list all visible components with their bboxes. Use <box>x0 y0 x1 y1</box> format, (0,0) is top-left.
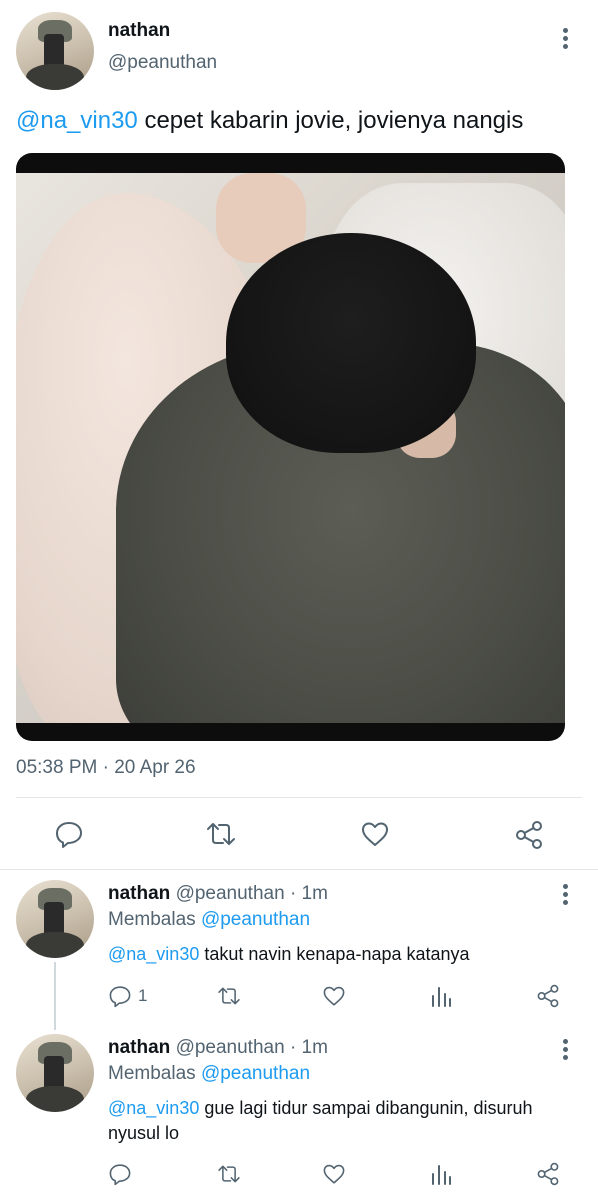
like-icon[interactable] <box>322 1162 346 1186</box>
author-name[interactable]: nathan <box>108 20 170 42</box>
divider <box>0 869 598 870</box>
author-handle[interactable]: @peanuthan <box>176 883 285 904</box>
mention-link[interactable]: @na_vin30 <box>108 944 199 964</box>
retweet-icon[interactable] <box>204 820 238 848</box>
mention-link[interactable]: @na_vin30 <box>16 107 138 134</box>
replying-to-handle[interactable]: @peanuthan <box>201 1063 310 1084</box>
share-icon[interactable] <box>536 984 560 1008</box>
tweet-photo[interactable] <box>16 153 565 741</box>
divider <box>16 797 582 798</box>
reply-time: · 1m <box>289 883 328 904</box>
more-options-icon[interactable] <box>562 28 568 49</box>
avatar[interactable] <box>16 12 94 90</box>
author-name[interactable]: nathan <box>108 1037 170 1058</box>
reply-count: 1 <box>138 986 148 1005</box>
analytics-icon[interactable] <box>430 1162 452 1186</box>
share-icon[interactable] <box>536 1162 560 1186</box>
retweet-icon[interactable] <box>216 1162 242 1186</box>
author-handle[interactable]: @peanuthan <box>176 1037 285 1058</box>
avatar[interactable] <box>16 880 94 958</box>
share-icon[interactable] <box>514 820 544 850</box>
like-icon[interactable] <box>360 820 390 848</box>
replying-to: Membalas @peanuthan <box>108 909 311 930</box>
reply-header: nathan @peanuthan · 1m <box>108 1037 328 1059</box>
author-name[interactable]: nathan <box>108 883 170 904</box>
reply-icon[interactable]: 1 <box>108 984 147 1008</box>
more-options-icon[interactable] <box>562 1039 568 1060</box>
thread-line <box>54 962 56 1030</box>
avatar[interactable] <box>16 1034 94 1112</box>
replying-to: Membalas @peanuthan <box>108 1063 311 1084</box>
tweet-text: @na_vin30 cepet kabarin jovie, jovienya … <box>16 106 586 136</box>
tweet-timestamp[interactable]: 05:38 PM · 20 Apr 26 <box>16 757 196 779</box>
reply-time: · 1m <box>289 1037 328 1058</box>
reply-icon[interactable] <box>108 1162 132 1186</box>
analytics-icon[interactable] <box>430 984 452 1008</box>
mention-link[interactable]: @na_vin30 <box>108 1098 199 1118</box>
author-handle[interactable]: @peanuthan <box>108 52 217 74</box>
reply-header: nathan @peanuthan · 1m <box>108 883 328 905</box>
tweet-body: cepet kabarin jovie, jovienya nangis <box>137 107 524 134</box>
like-icon[interactable] <box>322 984 346 1008</box>
photo-image <box>16 173 565 723</box>
more-options-icon[interactable] <box>562 884 568 905</box>
replying-to-handle[interactable]: @peanuthan <box>201 909 310 930</box>
reply-text: @na_vin30 takut navin kenapa-napa katany… <box>108 944 470 964</box>
reply-icon[interactable] <box>54 820 84 848</box>
retweet-icon[interactable] <box>216 984 242 1008</box>
reply-text: @na_vin30 gue lagi tidur sampai dibangun… <box>108 1098 533 1143</box>
